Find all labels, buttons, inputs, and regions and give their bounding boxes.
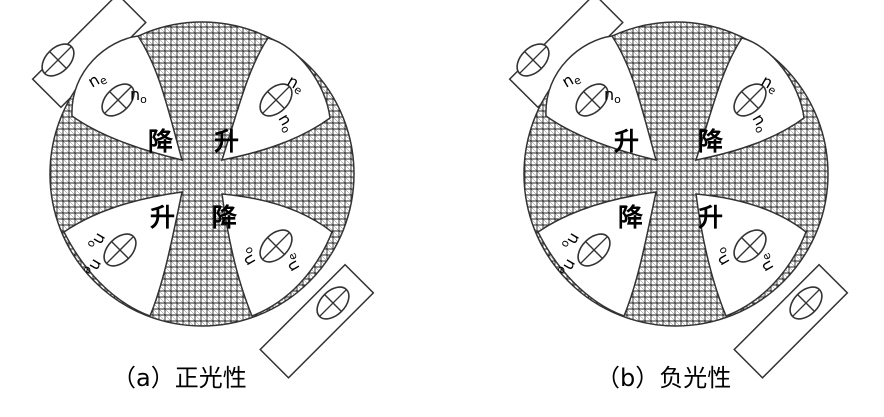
caption-a: （a）正光性: [112, 364, 247, 392]
zone-top-right-label: 升: [214, 127, 239, 156]
panel-b: ne no ne no no ne no ne 升 降 降 升 （b）负光性: [508, 0, 849, 392]
zone-bottom-right-label: 降: [212, 203, 238, 232]
interference-figure-diagram: ne no ne no no ne no ne 降 升 升 降 （a）正光性 n…: [0, 0, 884, 412]
zone-top-right-label: 降: [698, 127, 724, 156]
zone-bottom-right-label: 升: [698, 203, 723, 232]
zone-top-left-label: 降: [148, 127, 174, 156]
panel-a: ne no ne no no ne no ne 降 升 升 降 （a）正光性: [31, 0, 375, 392]
caption-b: （b）负光性: [596, 364, 731, 392]
zone-bottom-left-label: 升: [150, 203, 175, 232]
zone-bottom-left-label: 降: [618, 203, 644, 232]
zone-top-left-label: 升: [614, 127, 639, 156]
